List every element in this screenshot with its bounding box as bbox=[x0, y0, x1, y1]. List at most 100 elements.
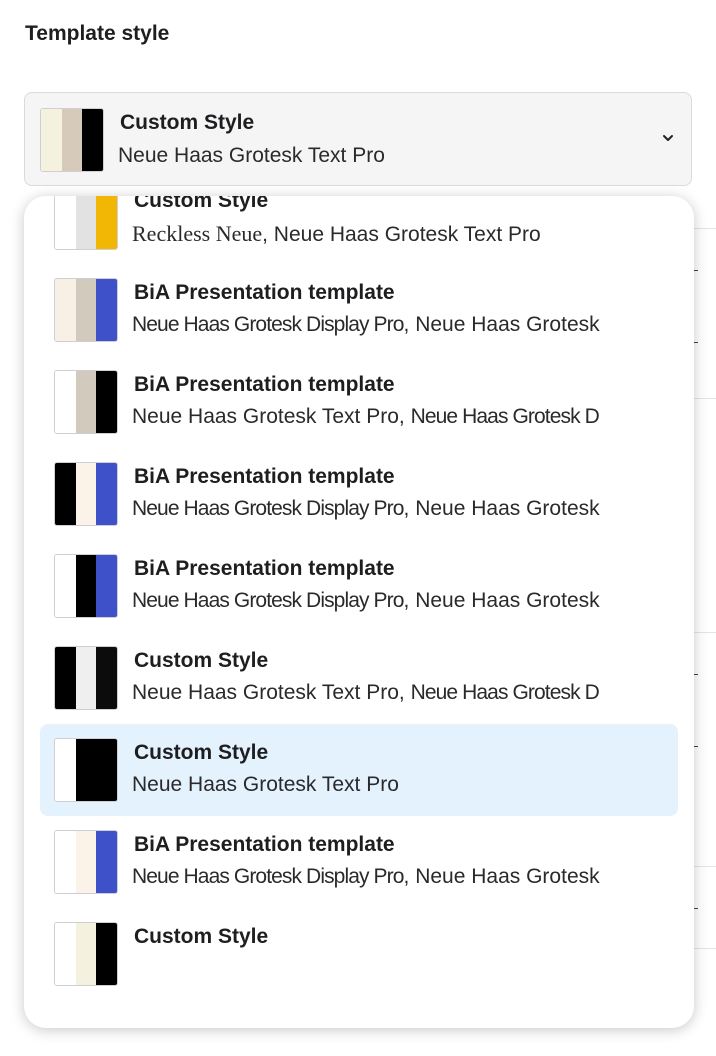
option-color-swatch bbox=[54, 462, 118, 526]
swatch-color-1 bbox=[55, 196, 76, 249]
swatch-color-3 bbox=[96, 279, 117, 341]
option-title: BiA Presentation template bbox=[134, 465, 395, 488]
swatch-color-3 bbox=[96, 555, 117, 617]
font-separator: , bbox=[262, 223, 274, 246]
option-title: BiA Presentation template bbox=[134, 833, 395, 856]
option-color-swatch bbox=[54, 646, 118, 710]
option-fonts: Neue Haas Grotesk Display Pro, Neue Haas… bbox=[132, 865, 600, 889]
background-mark bbox=[694, 674, 698, 675]
font-name: Reckless Neue bbox=[132, 221, 263, 246]
option-color-swatch bbox=[54, 830, 118, 894]
font-name: Neue Haas Grotesk D bbox=[410, 681, 600, 704]
swatch-color-1 bbox=[55, 463, 76, 525]
swatch-color-3 bbox=[96, 463, 117, 525]
option-title: Custom Style bbox=[134, 741, 269, 764]
option-fonts: Neue Haas Grotesk Text Pro bbox=[132, 773, 399, 797]
swatch-color-1 bbox=[55, 739, 76, 801]
swatch-color-3 bbox=[96, 923, 117, 985]
dropdown-list[interactable]: Neue Haas Grotesk Text ProCustom StyleRe… bbox=[24, 196, 694, 1012]
template-option[interactable]: BiA Presentation template Neue Haas Grote… bbox=[40, 816, 678, 908]
template-option[interactable]: Custom Style Neue Haas Grotesk Text Pro bbox=[40, 724, 678, 816]
swatch-color-1 bbox=[55, 831, 76, 893]
swatch-color-1 bbox=[55, 279, 76, 341]
chevron-down-icon[interactable] bbox=[659, 129, 677, 147]
option-fonts: Neue Haas Grotesk Display Pro, Neue Haas… bbox=[132, 497, 600, 521]
option-fonts: Neue Haas Grotesk Display Pro, Neue Haas… bbox=[132, 313, 600, 337]
template-style-dropdown[interactable]: Neue Haas Grotesk Text ProCustom StyleRe… bbox=[24, 196, 694, 1028]
font-name: Neue Haas Grotesk Text Pro bbox=[118, 144, 385, 167]
swatch-color-2 bbox=[75, 371, 97, 433]
selected-color-swatch bbox=[40, 108, 104, 172]
background-divider bbox=[694, 866, 716, 867]
swatch-color-2 bbox=[75, 463, 97, 525]
option-title: Custom Style bbox=[134, 196, 269, 212]
font-name: Neue Haas Grotesk Display Pro bbox=[132, 865, 404, 888]
font-separator: , bbox=[398, 405, 411, 428]
font-name: Neue Haas Grotesk Text Pro bbox=[132, 773, 399, 796]
background-mark bbox=[694, 342, 698, 343]
swatch-color-2 bbox=[75, 196, 97, 249]
swatch-color-2 bbox=[75, 739, 97, 801]
swatch-color-3 bbox=[82, 109, 103, 171]
swatch-color-1 bbox=[55, 923, 76, 985]
template-style-select[interactable]: Custom Style Neue Haas Grotesk Text Pro bbox=[24, 92, 692, 186]
swatch-color-3 bbox=[96, 739, 117, 801]
background-mark bbox=[694, 908, 698, 909]
template-option[interactable]: BiA Presentation template Neue Haas Grote… bbox=[40, 540, 678, 632]
option-fonts: Neue Haas Grotesk Display Pro, Neue Haas… bbox=[132, 589, 600, 613]
option-color-swatch bbox=[54, 196, 118, 250]
font-separator: , bbox=[403, 865, 416, 888]
option-fonts: Reckless Neue, Neue Haas Grotesk Text Pr… bbox=[132, 221, 541, 247]
selected-style-fonts: Neue Haas Grotesk Text Pro bbox=[118, 144, 385, 168]
background-mark bbox=[694, 270, 698, 271]
font-name: Neue Haas Grotesk bbox=[415, 865, 600, 888]
background-divider bbox=[694, 632, 716, 633]
swatch-color-2 bbox=[75, 279, 97, 341]
font-name: Neue Haas Grotesk bbox=[415, 497, 600, 520]
option-title: Custom Style bbox=[134, 925, 269, 948]
option-title: BiA Presentation template bbox=[134, 557, 395, 580]
swatch-color-2 bbox=[75, 555, 97, 617]
swatch-color-2 bbox=[61, 109, 83, 171]
template-option[interactable]: Custom Style Reckless Neue, Neue Haas Gro… bbox=[40, 196, 678, 264]
template-option[interactable]: BiA Presentation template Neue Haas Grote… bbox=[40, 356, 678, 448]
section-title: Template style bbox=[25, 22, 170, 45]
font-name: Neue Haas Grotesk bbox=[415, 313, 600, 336]
swatch-color-1 bbox=[55, 371, 76, 433]
background-divider bbox=[694, 228, 716, 229]
swatch-color-3 bbox=[96, 831, 117, 893]
font-name: Neue Haas Grotesk Display Pro bbox=[132, 313, 404, 336]
font-separator: , bbox=[403, 497, 416, 520]
swatch-color-1 bbox=[55, 647, 76, 709]
option-color-swatch bbox=[54, 922, 118, 986]
swatch-color-2 bbox=[75, 647, 97, 709]
swatch-color-1 bbox=[41, 109, 62, 171]
font-name: Neue Haas Grotesk Display Pro bbox=[132, 589, 404, 612]
font-name: Neue Haas Grotesk Display Pro bbox=[132, 497, 404, 520]
option-fonts: Neue Haas Grotesk Text Pro, Neue Haas Gr… bbox=[132, 681, 600, 705]
font-name: Neue Haas Grotesk Text Pro bbox=[132, 681, 399, 704]
selected-style-title: Custom Style bbox=[120, 111, 255, 134]
template-option[interactable]: BiA Presentation template Neue Haas Grote… bbox=[40, 264, 678, 356]
option-fonts: Neue Haas Grotesk Text Pro, Neue Haas Gr… bbox=[132, 405, 600, 429]
font-name: Neue Haas Grotesk Text Pro bbox=[132, 405, 399, 428]
template-option[interactable]: Custom Style bbox=[40, 908, 678, 1000]
font-name: Neue Haas Grotesk D bbox=[410, 405, 600, 428]
background-divider bbox=[694, 398, 716, 399]
template-option[interactable]: BiA Presentation template Neue Haas Grote… bbox=[40, 448, 678, 540]
swatch-color-3 bbox=[96, 371, 117, 433]
swatch-color-1 bbox=[55, 555, 76, 617]
option-color-swatch bbox=[54, 738, 118, 802]
font-name: Neue Haas Grotesk bbox=[415, 589, 600, 612]
option-title: Custom Style bbox=[134, 649, 269, 672]
font-separator: , bbox=[403, 589, 416, 612]
option-color-swatch bbox=[54, 554, 118, 618]
option-color-swatch bbox=[54, 370, 118, 434]
swatch-color-3 bbox=[96, 196, 117, 249]
font-separator: , bbox=[403, 313, 416, 336]
background-mark bbox=[694, 746, 698, 747]
background-divider bbox=[694, 948, 716, 949]
option-color-swatch bbox=[54, 278, 118, 342]
template-option[interactable]: Custom Style Neue Haas Grotesk Text Pro, … bbox=[40, 632, 678, 724]
font-name: Neue Haas Grotesk Text Pro bbox=[273, 223, 541, 246]
